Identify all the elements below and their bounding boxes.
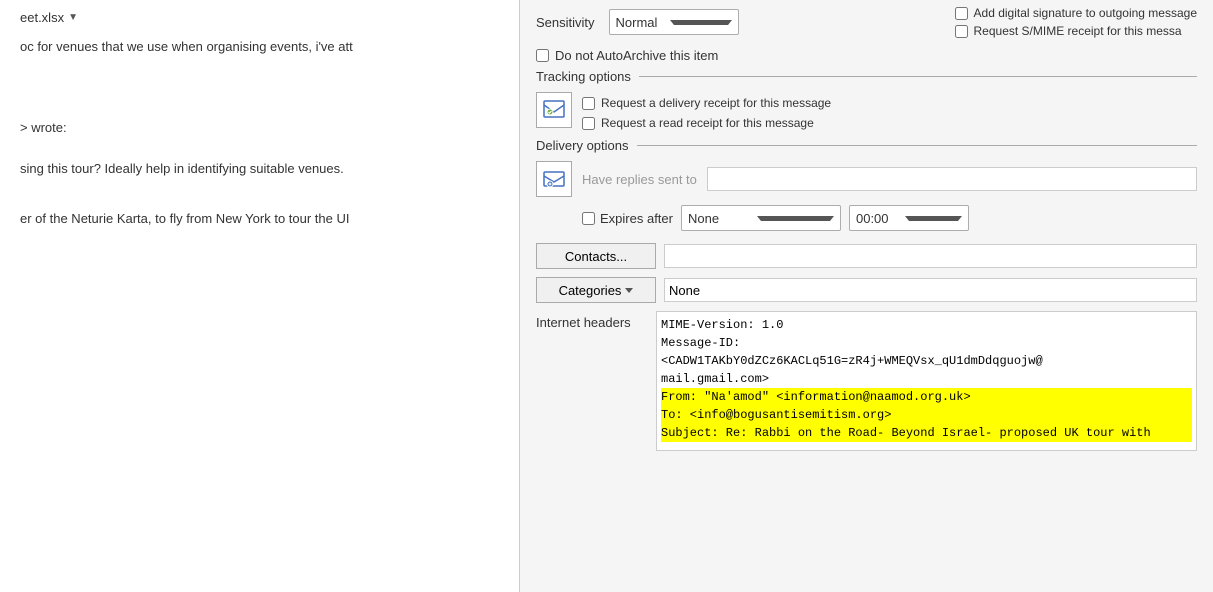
expires-label: Expires after xyxy=(600,211,673,226)
categories-row: Categories None xyxy=(520,273,1213,307)
read-receipt-label: Request a read receipt for this message xyxy=(601,116,814,130)
tracking-checkboxes: Request a delivery receipt for this mess… xyxy=(582,92,831,130)
internet-headers-row: Internet headers MIME-Version: 1.0Messag… xyxy=(520,307,1213,592)
time-dropdown[interactable]: 00:00 xyxy=(849,205,969,231)
delivery-body: Have replies sent to xyxy=(536,157,1197,201)
file-bar: eet.xlsx ▼ xyxy=(20,10,499,25)
internet-headers-label: Internet headers xyxy=(536,311,646,330)
security-checkboxes: Add digital signature to outgoing messag… xyxy=(955,6,1197,38)
smime-receipt-label: Request S/MIME receipt for this messa xyxy=(974,24,1182,38)
sensitivity-value: Normal xyxy=(616,15,670,30)
delivery-section: Delivery options Have replies sent to Ex… xyxy=(536,138,1197,235)
autoarchive-checkbox[interactable] xyxy=(536,49,549,62)
expires-checkbox[interactable] xyxy=(582,212,595,225)
header-line: Message-ID: xyxy=(661,334,1192,352)
autoarchive-row: Do not AutoArchive this item xyxy=(520,42,1213,69)
header-line: MIME-Version: 1.0 xyxy=(661,316,1192,334)
delivery-title: Delivery options xyxy=(536,138,1197,153)
expires-arrow-icon xyxy=(757,216,834,221)
read-receipt-row: Request a read receipt for this message xyxy=(582,116,831,130)
header-line: <CADW1TAKbY0dZCz6KACLq51G=zR4j+WMEQVsx_q… xyxy=(661,352,1192,370)
header-line: Subject: Re: Rabbi on the Road- Beyond I… xyxy=(661,424,1192,442)
header-line: mail.gmail.com> xyxy=(661,370,1192,388)
time-value: 00:00 xyxy=(856,211,905,226)
digital-signature-label: Add digital signature to outgoing messag… xyxy=(974,6,1197,20)
tracking-title: Tracking options xyxy=(536,69,1197,84)
headers-textarea[interactable]: MIME-Version: 1.0Message-ID:<CADW1TAKbY0… xyxy=(656,311,1197,451)
tracking-icon xyxy=(536,92,572,128)
categories-value: None xyxy=(664,278,1197,302)
sensitivity-dropdown[interactable]: Normal xyxy=(609,9,739,35)
right-panel: Sensitivity Normal Add digital signature… xyxy=(520,0,1213,592)
categories-label: Categories xyxy=(559,283,622,298)
chevron-down-icon: ▼ xyxy=(68,12,78,23)
wrote-line: > wrote: xyxy=(20,118,499,139)
body-text-2: er of the Neturie Karta, to fly from New… xyxy=(20,209,499,230)
left-panel: eet.xlsx ▼ oc for venues that we use whe… xyxy=(0,0,520,592)
contacts-button[interactable]: Contacts... xyxy=(536,243,656,269)
body-text-1: sing this tour? Ideally help in identify… xyxy=(20,159,499,180)
intro-text: oc for venues that we use when organisin… xyxy=(20,37,499,58)
digital-signature-checkbox[interactable] xyxy=(955,7,968,20)
delivery-receipt-label: Request a delivery receipt for this mess… xyxy=(601,96,831,110)
replies-input[interactable] xyxy=(707,167,1197,191)
categories-arrow-icon xyxy=(625,288,633,293)
replies-label: Have replies sent to xyxy=(582,172,697,187)
delivery-icon xyxy=(536,161,572,197)
header-line: From: "Na'amod" <information@naamod.org.… xyxy=(661,388,1192,406)
left-content: oc for venues that we use when organisin… xyxy=(20,37,499,230)
smime-receipt-row: Request S/MIME receipt for this messa xyxy=(955,24,1197,38)
expires-row: Expires after None 00:00 xyxy=(536,201,1197,235)
sensitivity-arrow-icon xyxy=(670,20,732,25)
sensitivity-row: Sensitivity Normal Add digital signature… xyxy=(520,0,1213,42)
tracking-body: Request a delivery receipt for this mess… xyxy=(536,88,1197,134)
filename-label: eet.xlsx xyxy=(20,10,64,25)
expires-label-wrap: Expires after xyxy=(582,211,673,226)
delivery-receipt-checkbox[interactable] xyxy=(582,97,595,110)
smime-receipt-checkbox[interactable] xyxy=(955,25,968,38)
digital-signature-row: Add digital signature to outgoing messag… xyxy=(955,6,1197,20)
autoarchive-label: Do not AutoArchive this item xyxy=(555,48,718,63)
expires-value: None xyxy=(688,211,757,226)
header-line: To: <info@bogusantisemitism.org> xyxy=(661,406,1192,424)
contacts-row: Contacts... xyxy=(520,239,1213,273)
time-arrow-icon xyxy=(905,216,962,221)
delivery-receipt-row: Request a delivery receipt for this mess… xyxy=(582,96,831,110)
categories-button[interactable]: Categories xyxy=(536,277,656,303)
expires-dropdown[interactable]: None xyxy=(681,205,841,231)
read-receipt-checkbox[interactable] xyxy=(582,117,595,130)
tracking-section: Tracking options Request a delivery rece… xyxy=(536,69,1197,134)
contacts-input[interactable] xyxy=(664,244,1197,268)
sensitivity-label: Sensitivity xyxy=(536,15,595,30)
